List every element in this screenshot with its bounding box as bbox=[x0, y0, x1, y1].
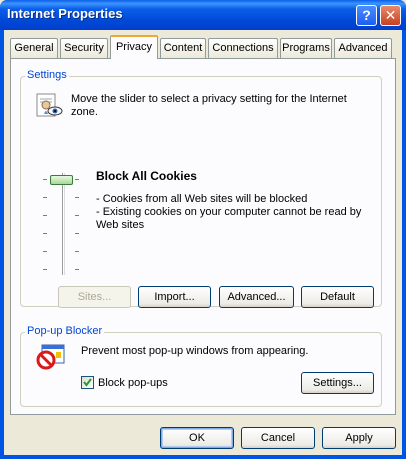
sites-button[interactable]: Sites... bbox=[58, 286, 131, 308]
tab-security[interactable]: Security bbox=[60, 38, 108, 58]
privacy-slider[interactable] bbox=[43, 173, 79, 275]
internet-properties-window: Internet Properties ? ✕ General Security… bbox=[0, 0, 406, 459]
tab-connections[interactable]: Connections bbox=[208, 38, 278, 58]
privacy-level-desc-line2: - Existing cookies on your computer cann… bbox=[96, 206, 362, 218]
help-button[interactable]: ? bbox=[356, 5, 377, 26]
cancel-button[interactable]: Cancel bbox=[241, 427, 315, 449]
block-popups-label[interactable]: Block pop-ups bbox=[98, 377, 168, 389]
popup-blocker-description: Prevent most pop-up windows from appeari… bbox=[81, 345, 309, 357]
popup-blocker-icon bbox=[36, 343, 66, 371]
advanced-button[interactable]: Advanced... bbox=[219, 286, 294, 308]
privacy-tab-panel: Settings Move the slider to select a pri… bbox=[10, 58, 396, 415]
tab-general[interactable]: General bbox=[10, 38, 58, 58]
ok-button[interactable]: OK bbox=[160, 427, 234, 449]
privacy-level-title: Block All Cookies bbox=[96, 169, 197, 183]
import-button[interactable]: Import... bbox=[138, 286, 211, 308]
privacy-level-desc-line3: Web sites bbox=[96, 219, 145, 231]
title-bar[interactable]: Internet Properties ? ✕ bbox=[0, 0, 406, 30]
instruction-text-line2: zone. bbox=[71, 106, 98, 118]
slider-thumb[interactable] bbox=[50, 175, 73, 185]
default-button[interactable]: Default bbox=[301, 286, 374, 308]
checkmark-icon bbox=[83, 378, 92, 387]
popup-blocker-group bbox=[20, 332, 382, 407]
privacy-policy-icon bbox=[34, 92, 64, 120]
instruction-text-line1: Move the slider to select a privacy sett… bbox=[71, 93, 347, 105]
apply-button[interactable]: Apply bbox=[322, 427, 396, 449]
tab-privacy[interactable]: Privacy bbox=[110, 35, 158, 59]
popup-settings-button[interactable]: Settings... bbox=[301, 372, 374, 394]
tab-content[interactable]: Content bbox=[160, 38, 206, 58]
window-title: Internet Properties bbox=[7, 6, 123, 21]
tab-advanced[interactable]: Advanced bbox=[334, 38, 392, 58]
privacy-level-desc-line1: - Cookies from all Web sites will be blo… bbox=[96, 193, 308, 205]
close-button[interactable]: ✕ bbox=[380, 5, 401, 26]
popup-blocker-legend: Pop-up Blocker bbox=[25, 325, 105, 337]
tab-programs[interactable]: Programs bbox=[280, 38, 332, 58]
settings-legend: Settings bbox=[25, 69, 69, 81]
dialog-client-area: General Security Privacy Content Connect… bbox=[4, 30, 402, 455]
block-popups-checkbox[interactable] bbox=[81, 376, 94, 389]
